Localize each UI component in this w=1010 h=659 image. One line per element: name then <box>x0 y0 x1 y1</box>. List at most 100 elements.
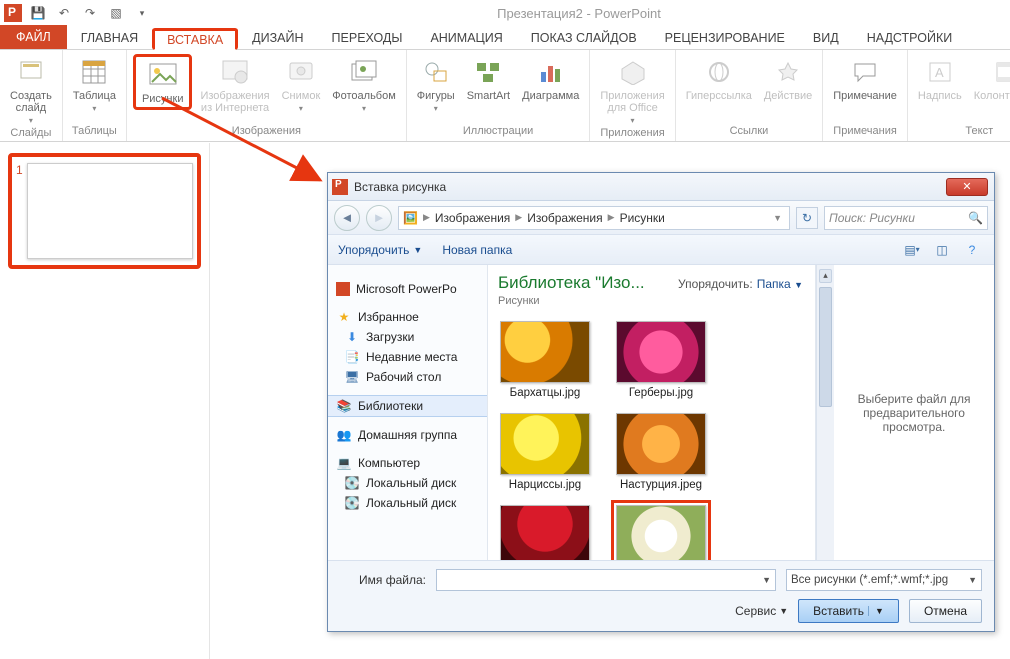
slide-number: 1 <box>16 163 23 259</box>
service-menu[interactable]: Сервис▼ <box>735 604 788 618</box>
view-options-button[interactable]: ▤▾ <box>900 239 924 261</box>
tab-slideshow[interactable]: ПОКАЗ СЛАЙДОВ <box>517 27 651 49</box>
powerpoint-app-icon <box>4 4 22 22</box>
pictures-button[interactable]: Рисунки <box>133 54 193 110</box>
chevron-right-icon: ▶ <box>512 212 525 223</box>
file-item[interactable]: Нарциссы.jpg <box>498 413 592 491</box>
search-input[interactable]: Поиск: Рисунки 🔍 <box>824 206 988 230</box>
qat-customize-icon[interactable]: ▾ <box>132 3 152 23</box>
quick-access-toolbar: 💾 ↶ ↷ ▧ ▾ <box>28 3 152 23</box>
textbox-button[interactable]: A Надпись <box>914 54 966 104</box>
desktop-icon: 🖥 <box>344 370 360 384</box>
sidebar-item-libraries[interactable]: 📚Библиотеки <box>328 395 487 417</box>
chevron-down-icon[interactable]: ▼ <box>968 575 977 585</box>
tab-review[interactable]: РЕЦЕНЗИРОВАНИЕ <box>651 27 799 49</box>
apps-button[interactable]: Приложения для Office ▾ <box>596 54 668 127</box>
file-list-scrollbar[interactable]: ▴ <box>816 265 834 560</box>
breadcrumb[interactable]: 🖼️ ▶ Изображения ▶ Изображения ▶ Рисунки… <box>398 206 790 230</box>
file-item[interactable]: Розы.jpg <box>498 505 592 560</box>
tab-insert[interactable]: ВСТАВКА <box>152 28 238 50</box>
file-item[interactable]: Настурция.jpeg <box>614 413 708 491</box>
sidebar-item-favorites[interactable]: ★Избранное <box>328 307 487 327</box>
preview-pane-toggle[interactable]: ◫ <box>930 239 954 261</box>
tab-addins[interactable]: НАДСТРОЙКИ <box>853 27 967 49</box>
chevron-down-icon[interactable]: ▼ <box>762 575 771 585</box>
dialog-body: Microsoft PowerPo ★Избранное ⬇Загрузки 📑… <box>328 265 994 560</box>
sidebar-item-disk1[interactable]: 💽Локальный диск <box>328 473 487 493</box>
forward-button[interactable]: ► <box>366 205 392 231</box>
online-pictures-icon <box>219 56 251 88</box>
tab-transitions[interactable]: ПЕРЕХОДЫ <box>318 27 417 49</box>
file-thumbnail <box>616 505 706 560</box>
chevron-down-icon[interactable]: ▼ <box>770 213 785 223</box>
shapes-icon <box>420 56 452 88</box>
cancel-button[interactable]: Отмена <box>909 599 982 623</box>
screenshot-button[interactable]: Снимок ▾ <box>278 54 325 115</box>
help-button[interactable]: ? <box>960 239 984 261</box>
sidebar-item-desktop[interactable]: 🖥Рабочий стол <box>328 367 487 387</box>
file-item[interactable]: Герберы.jpg <box>614 321 708 399</box>
hyperlink-button[interactable]: Гиперссылка <box>682 54 756 104</box>
scroll-thumb[interactable] <box>819 287 832 407</box>
file-item[interactable]: Бархатцы.jpg <box>498 321 592 399</box>
smartart-button[interactable]: SmartArt <box>463 54 514 104</box>
chart-button[interactable]: Диаграмма <box>518 54 583 104</box>
start-slideshow-icon[interactable]: ▧ <box>106 3 126 23</box>
chevron-down-icon: ▾ <box>362 104 366 113</box>
search-icon[interactable]: 🔍 <box>968 211 983 225</box>
dialog-toolbar: Упорядочить▼ Новая папка ▤▾ ◫ ? <box>328 235 994 265</box>
undo-icon[interactable]: ↶ <box>54 3 74 23</box>
redo-icon[interactable]: ↷ <box>80 3 100 23</box>
close-button[interactable]: ✕ <box>946 178 988 196</box>
organize-menu[interactable]: Упорядочить▼ <box>338 243 422 257</box>
photoalbum-button[interactable]: Фотоальбом ▾ <box>328 54 400 115</box>
chevron-down-icon: ▾ <box>434 104 438 113</box>
window-title: Презентация2 - PowerPoint <box>152 6 1006 21</box>
group-links: Гиперссылка Действие Ссылки <box>676 50 824 141</box>
new-slide-button[interactable]: Создать слайд ▾ <box>6 54 56 127</box>
group-text: A Надпись Колонтитулы Текст <box>908 50 1010 141</box>
headerfooter-button[interactable]: Колонтитулы <box>970 54 1010 104</box>
dialog-title: Вставка рисунка <box>354 180 946 194</box>
table-icon <box>78 56 110 88</box>
shapes-button[interactable]: Фигуры ▾ <box>413 54 459 115</box>
chevron-right-icon: ▶ <box>420 212 433 223</box>
scroll-up-button[interactable]: ▴ <box>819 269 832 283</box>
tab-animations[interactable]: АНИМАЦИЯ <box>416 27 516 49</box>
arrange-by-menu[interactable]: Папка ▼ <box>757 277 803 291</box>
sidebar-item-homegroup[interactable]: 👥Домашняя группа <box>328 425 487 445</box>
save-icon[interactable]: 💾 <box>28 3 48 23</box>
tab-view[interactable]: ВИД <box>799 27 853 49</box>
insert-button[interactable]: Вставить▼ <box>798 599 899 623</box>
action-button[interactable]: Действие <box>760 54 816 104</box>
file-item-selected[interactable]: Ромашки.jpg <box>614 505 708 560</box>
chevron-right-icon: ▶ <box>605 212 618 223</box>
tab-file[interactable]: ФАЙЛ <box>0 25 67 49</box>
chevron-down-icon[interactable]: ▼ <box>868 606 884 616</box>
dialog-footer: Имя файла: ▼ Все рисунки (*.emf;*.wmf;*.… <box>328 560 994 631</box>
online-pictures-button[interactable]: Изображения из Интернета <box>196 54 273 116</box>
back-button[interactable]: ◄ <box>334 205 360 231</box>
downloads-icon: ⬇ <box>344 330 360 344</box>
new-folder-button[interactable]: Новая папка <box>442 243 512 257</box>
insert-picture-dialog: Вставка рисунка ✕ ◄ ► 🖼️ ▶ Изображения ▶… <box>327 172 995 632</box>
comment-button[interactable]: Примечание <box>829 54 901 104</box>
sidebar-item-recent[interactable]: 📑Недавние места <box>328 347 487 367</box>
tab-design[interactable]: ДИЗАЙН <box>238 27 317 49</box>
table-button[interactable]: Таблица ▾ <box>69 54 120 115</box>
filetype-select[interactable]: Все рисунки (*.emf;*.wmf;*.jpg▼ <box>786 569 982 591</box>
sidebar-item-disk2[interactable]: 💽Локальный диск <box>328 493 487 513</box>
tab-home[interactable]: ГЛАВНАЯ <box>67 27 152 49</box>
computer-icon: 💻 <box>336 456 352 470</box>
disk-icon: 💽 <box>344 496 360 510</box>
filename-input[interactable]: ▼ <box>436 569 776 591</box>
sidebar-item-downloads[interactable]: ⬇Загрузки <box>328 327 487 347</box>
sidebar-item-powerpoint[interactable]: Microsoft PowerPo <box>328 279 487 299</box>
refresh-button[interactable]: ↻ <box>796 207 818 229</box>
recent-icon: 📑 <box>344 350 360 364</box>
dialog-nav-bar: ◄ ► 🖼️ ▶ Изображения ▶ Изображения ▶ Рис… <box>328 201 994 235</box>
sidebar-item-computer[interactable]: 💻Компьютер <box>328 453 487 473</box>
powerpoint-icon <box>332 179 348 195</box>
preview-pane: Выберите файл для предварительного просм… <box>834 265 994 560</box>
slide-thumbnail-1[interactable]: 1 <box>8 153 201 269</box>
